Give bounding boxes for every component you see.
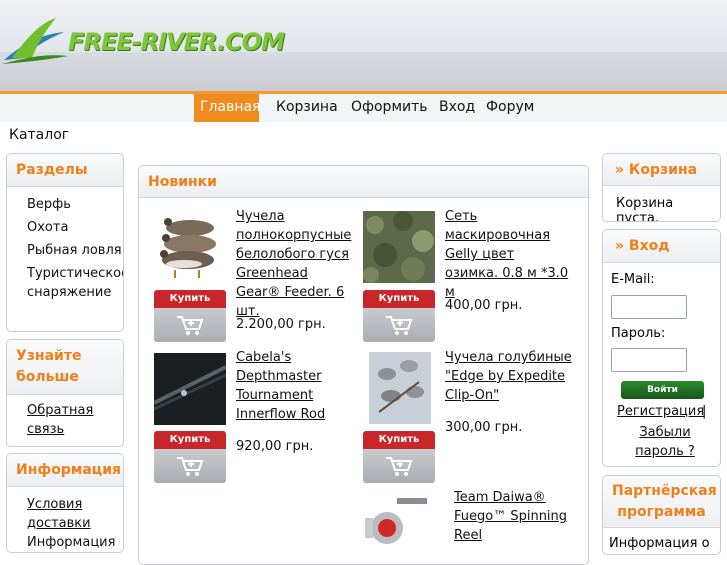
product-image-goose-decoys[interactable] (154, 208, 226, 280)
nav-forum[interactable]: Форум (480, 94, 540, 122)
email-label: E-Mail: (611, 272, 655, 287)
product-name[interactable]: Сеть маскировочная Gelly цвет озимка. 0.… (445, 207, 570, 302)
product-name[interactable]: Чучела полнокорпусные белолобого гуся Gr… (236, 207, 356, 321)
cart-title[interactable]: » Корзина (603, 154, 720, 186)
learn-more-box: Узнайте больше Обратная связь (6, 339, 124, 447)
product-price: 2.200,00 грн. (236, 317, 326, 332)
partner-text: Информация о (609, 536, 710, 551)
buy-button[interactable]: Купить (154, 290, 226, 342)
login-button[interactable]: Войти (621, 381, 704, 399)
section-shipyard[interactable]: Верфь (27, 195, 123, 214)
product-image-pigeon-decoys[interactable] (369, 352, 431, 424)
product-price: 400,00 грн. (445, 298, 523, 313)
product-image-fishing-rod[interactable] (154, 353, 226, 425)
product-name[interactable]: Team Daiwa® Fuego™ Spinning Reel (454, 488, 574, 545)
nav-home[interactable]: Главная (194, 94, 260, 122)
cart-status: Корзина пуста. (616, 196, 674, 222)
cart-box: » Корзина Корзина пуста. (602, 153, 721, 222)
password-label: Пароль: (611, 326, 666, 341)
info-link[interactable]: Информация (27, 533, 123, 552)
product-price: 920,00 грн. (236, 439, 314, 454)
delivery-terms-link[interactable]: Условия доставки (27, 495, 107, 533)
feedback-link[interactable]: Обратная связь (27, 401, 123, 439)
cart-icon (363, 308, 435, 342)
product-image-camo-net[interactable] (363, 211, 435, 283)
cart-icon (154, 308, 226, 342)
buy-label: Купить (154, 290, 226, 308)
logo-text: FREE-RIVER.COM (68, 28, 285, 56)
link-separator: | (702, 404, 707, 419)
sections-box: Разделы Верфь Охота Рыбная ловля Туристи… (6, 153, 124, 332)
section-fishing[interactable]: Рыбная ловля (27, 241, 123, 260)
breadcrumb: Каталог (9, 127, 70, 143)
login-title[interactable]: » Вход (603, 230, 720, 263)
partner-title[interactable]: Партнёрская программа (603, 476, 720, 528)
info-box: Информация Условия доставки Информация (6, 453, 124, 553)
register-link[interactable]: Регистрация (617, 404, 704, 419)
buy-label: Купить (363, 431, 435, 449)
email-field[interactable] (611, 295, 687, 319)
sections-title: Разделы (7, 154, 123, 187)
nav-checkout[interactable]: Оформить (345, 94, 434, 122)
nav-cart[interactable]: Корзина (270, 94, 344, 122)
new-products-title: Новинки (139, 166, 588, 198)
forgot-password-link[interactable]: Забыли пароль ? (613, 423, 717, 461)
buy-button[interactable]: Купить (363, 290, 435, 342)
buy-label: Купить (363, 290, 435, 308)
buy-button[interactable]: Купить (363, 431, 435, 483)
info-title: Информация (7, 454, 123, 487)
product-image-spinning-reel[interactable] (357, 490, 437, 545)
cart-icon (363, 449, 435, 483)
buy-label: Купить (154, 431, 226, 449)
section-tourism[interactable]: Туристическое снаряжение (27, 264, 123, 302)
product-price: 300,00 грн. (445, 420, 523, 435)
nav-login[interactable]: Вход (433, 94, 481, 122)
learn-more-title: Узнайте больше (7, 340, 123, 395)
product-name[interactable]: Чучела голубиные "Edge by Expedite Clip-… (445, 348, 575, 405)
buy-button[interactable]: Купить (154, 431, 226, 483)
section-hunting[interactable]: Охота (27, 218, 123, 237)
cart-icon (154, 449, 226, 483)
partner-box: Партнёрская программа Информация о (602, 475, 721, 555)
main-nav: Главная Корзина Оформить Вход Форум (0, 94, 727, 122)
password-field[interactable] (611, 348, 687, 372)
product-name[interactable]: Cabela's Depthmaster Tournament Innerflo… (236, 348, 346, 424)
site-header: FREE-RIVER.COM (0, 0, 727, 92)
